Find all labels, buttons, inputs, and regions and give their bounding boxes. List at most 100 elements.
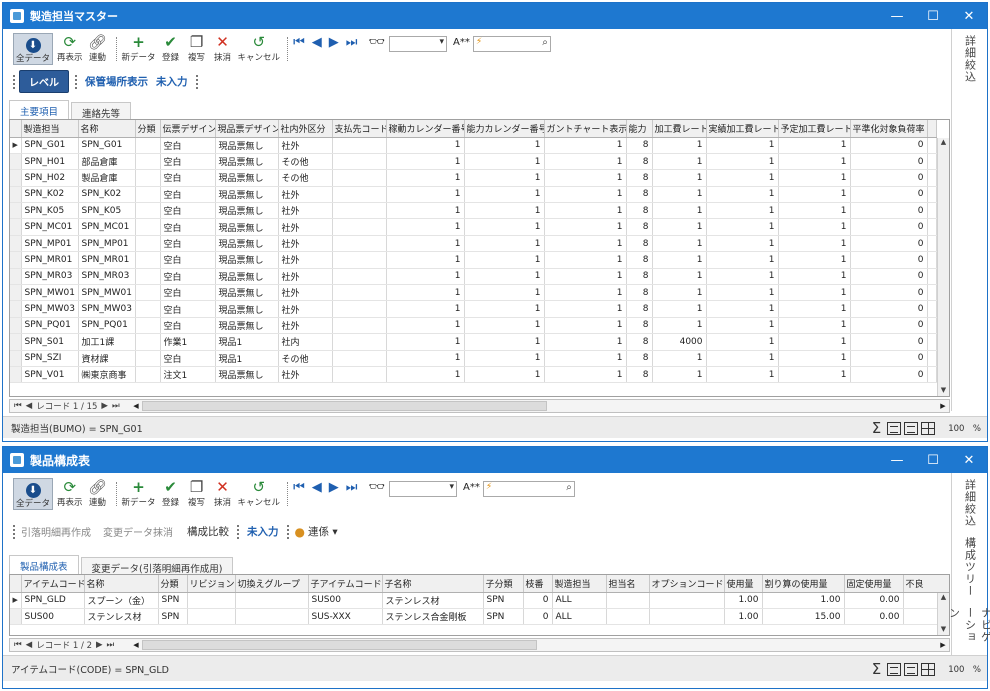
table-cell[interactable]: 現品1 (215, 333, 279, 351)
table-cell[interactable]: 1 (544, 235, 627, 253)
table-cell[interactable]: 現品票無し (215, 300, 279, 318)
link-button[interactable]: 🔗︎ 連動 (87, 478, 109, 508)
column-header[interactable]: 枝番 (523, 575, 553, 593)
compare-structure-link[interactable]: 構成比較 (187, 524, 229, 539)
binoculars-icon[interactable]: 👓︎ (368, 35, 385, 50)
table-cell[interactable]: 1 (652, 268, 707, 286)
table-cell[interactable] (606, 592, 650, 609)
table-cell[interactable]: SPN_G01 (78, 137, 136, 154)
pager-first-icon[interactable]: ⏮ (14, 640, 22, 650)
row-indicator[interactable]: ▶ (10, 592, 22, 609)
column-header[interactable]: 製造担当 (21, 120, 79, 138)
side-tab-detail-filter[interactable]: 詳細絞込 (962, 35, 978, 83)
table-cell[interactable]: 0 (850, 284, 928, 302)
table-cell[interactable]: 8 (626, 153, 653, 171)
table-row[interactable]: ▶ SPN_GLD スプーン（金） SPN SUS00 ステンレス材 SPN 0 ALL 1.00… (10, 592, 949, 609)
new-data-button[interactable]: + 新データ (122, 478, 156, 508)
table-cell[interactable]: SPN_H01 (21, 153, 79, 171)
column-header[interactable]: 割り算の使用量 (762, 575, 845, 593)
row-indicator[interactable] (10, 366, 22, 384)
table-cell[interactable] (332, 350, 387, 367)
row-indicator[interactable] (10, 202, 22, 220)
table-cell[interactable]: 1 (544, 186, 627, 204)
table-cell[interactable]: 現品票無し (215, 218, 279, 236)
table-cell[interactable]: 8 (626, 186, 653, 204)
table-cell[interactable]: 空白 (160, 251, 216, 269)
table-cell[interactable]: 現品票無し (215, 169, 279, 187)
table-cell[interactable]: 1 (778, 153, 851, 171)
table-cell[interactable]: 1 (778, 137, 851, 154)
table-cell[interactable]: SPN_MP01 (21, 235, 79, 253)
all-data-button[interactable]: ⬇ 全データ (13, 478, 54, 510)
last-record-icon[interactable]: ⏭ (346, 480, 358, 495)
table-cell[interactable]: 1 (544, 218, 627, 236)
table-cell[interactable]: SPN_H02 (21, 169, 79, 187)
table-cell[interactable]: 1 (706, 169, 779, 187)
list-view-icon[interactable] (904, 421, 919, 435)
table-cell[interactable]: SPN_MW03 (21, 300, 79, 318)
table-cell[interactable]: 0 (850, 186, 928, 204)
table-cell[interactable] (235, 608, 309, 626)
font-size-icon[interactable]: A** (463, 482, 480, 493)
table-row[interactable]: SUS00 ステンレス材 SPN SUS-XXX ステンレス合金剛板 SPN 0 ALL 1.0… (10, 608, 949, 626)
table-cell[interactable]: 資材課 (78, 350, 136, 367)
column-header[interactable]: 使用量 (724, 575, 763, 593)
table-cell[interactable]: 0 (850, 366, 928, 384)
table-cell[interactable] (135, 153, 161, 171)
close-button[interactable]: ✕ (951, 3, 987, 29)
table-cell[interactable]: 8 (626, 317, 653, 335)
table-cell[interactable]: 1 (464, 268, 545, 286)
table-cell[interactable]: 現品票無し (215, 235, 279, 253)
list-view-icon[interactable] (904, 662, 919, 676)
maximize-button[interactable]: ☐ (915, 447, 951, 473)
table-cell[interactable]: その他 (278, 169, 333, 187)
table-cell[interactable]: 0 (523, 608, 553, 626)
table-cell[interactable]: 1 (386, 366, 465, 384)
table-cell[interactable]: 1 (778, 169, 851, 187)
table-cell[interactable]: 8 (626, 350, 653, 367)
table-cell[interactable] (332, 317, 387, 335)
table-cell[interactable] (135, 366, 161, 384)
table-cell[interactable]: ALL (552, 608, 607, 626)
scroll-down-icon[interactable]: ▼ (938, 386, 949, 396)
table-cell[interactable]: 空白 (160, 186, 216, 204)
table-cell[interactable]: 1 (778, 333, 851, 351)
table-cell[interactable]: SPN_K05 (21, 202, 79, 220)
table-row[interactable]: SPN_SZI 資材課 空白 現品1 その他 1 1 1 8 1 1 1 0 (10, 350, 937, 367)
delete-button[interactable]: ✕ 抹消 (212, 478, 234, 508)
table-cell[interactable]: 0 (850, 169, 928, 187)
table-cell[interactable]: 空白 (160, 218, 216, 236)
table-cell[interactable]: SUS00 (308, 592, 383, 609)
scroll-right-icon[interactable]: ▶ (937, 641, 949, 649)
row-indicator[interactable] (10, 317, 22, 335)
table-cell[interactable]: 8 (626, 218, 653, 236)
column-header[interactable]: 社内外区分 (278, 120, 333, 138)
table-cell[interactable]: 1 (544, 202, 627, 220)
table-cell[interactable] (135, 235, 161, 253)
table-cell[interactable] (332, 333, 387, 351)
table-cell[interactable]: SPN_GLD (21, 592, 85, 609)
pager-last-icon[interactable]: ⏭ (112, 401, 120, 411)
table-cell[interactable]: SPN_MR03 (21, 268, 79, 286)
all-data-button[interactable]: ⬇ 全データ (13, 33, 54, 65)
table-cell[interactable]: 1 (778, 366, 851, 384)
horizontal-scroll-thumb[interactable] (142, 640, 537, 650)
table-cell[interactable]: 1 (706, 317, 779, 335)
table-cell[interactable] (135, 300, 161, 318)
sum-icon[interactable]: Σ (872, 660, 881, 678)
table-cell[interactable]: 8 (626, 366, 653, 384)
column-header[interactable]: 支払先コード (332, 120, 387, 138)
table-cell[interactable]: SPN_V01 (21, 366, 79, 384)
pager-last-icon[interactable]: ⏭ (107, 640, 115, 650)
table-cell[interactable]: 1 (464, 153, 545, 171)
table-cell[interactable]: SPN_MW01 (21, 284, 79, 302)
table-cell[interactable]: 1.00 (724, 608, 763, 626)
column-header[interactable]: 分類 (158, 575, 188, 593)
form-view-icon[interactable] (887, 662, 902, 676)
search-field-combo[interactable] (388, 481, 457, 497)
table-cell[interactable]: 1 (706, 366, 779, 384)
table-cell[interactable]: 1 (386, 284, 465, 302)
column-header[interactable]: 分類 (135, 120, 161, 138)
table-cell[interactable]: 空白 (160, 284, 216, 302)
table-cell[interactable]: 1 (544, 300, 627, 318)
